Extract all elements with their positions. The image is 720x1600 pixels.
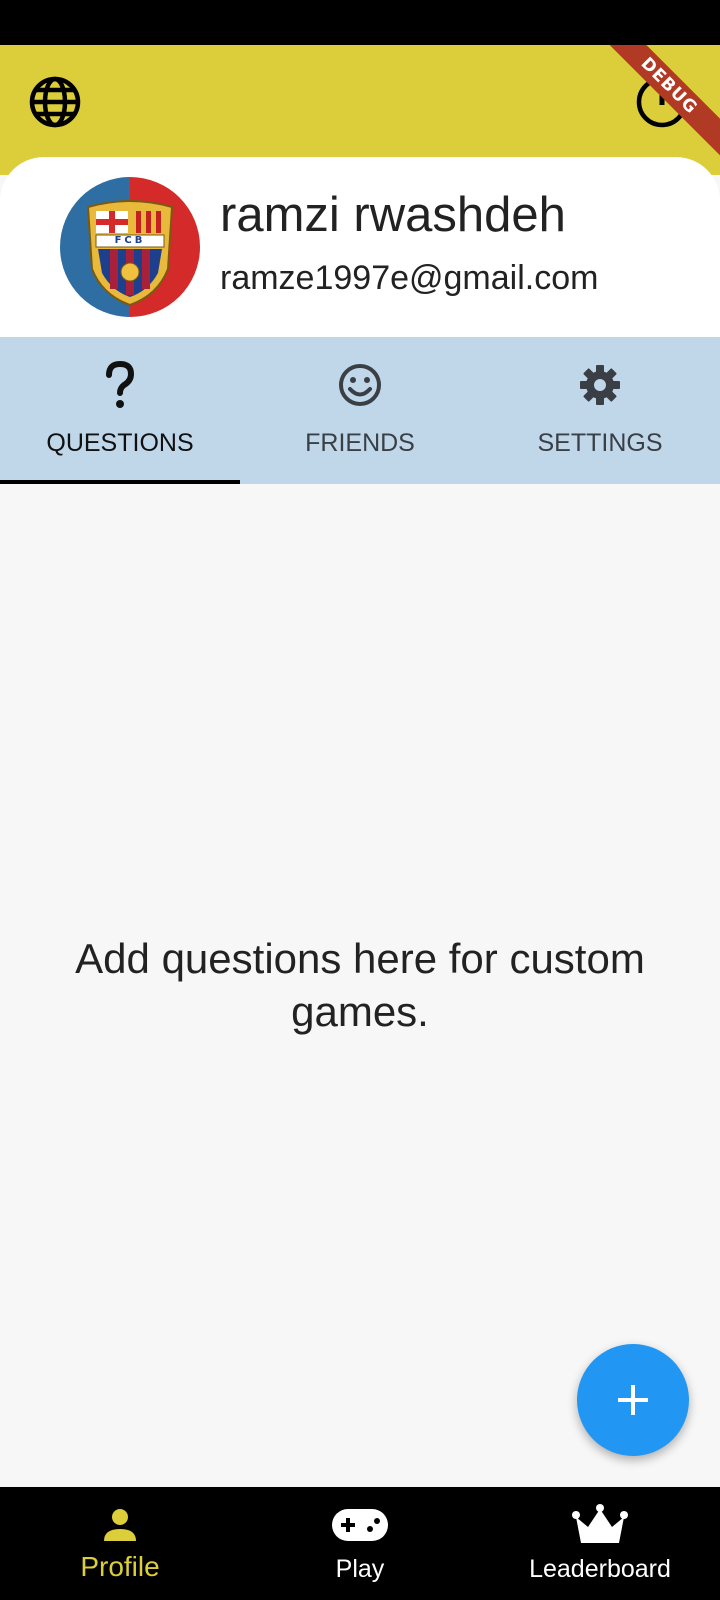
user-name: ramzi rwashdeh [220,188,566,242]
avatar-text: FCB [114,235,146,246]
language-button[interactable] [27,74,83,130]
smiley-icon [330,355,390,415]
bottom-navigation: Profile Play Leaderboard [0,1487,720,1600]
nav-leaderboard-label: Leaderboard [529,1555,671,1583]
user-email: ramze1997e@gmail.com [220,259,599,297]
tab-active-indicator [0,480,240,484]
tab-friends[interactable]: FRIENDS [240,337,480,484]
nav-profile[interactable]: Profile [0,1487,240,1600]
tab-questions[interactable]: QUESTIONS [0,337,240,484]
add-question-button[interactable] [577,1344,689,1456]
nav-profile-label: Profile [80,1551,160,1582]
nav-play-label: Play [335,1555,385,1583]
tab-friends-label: FRIENDS [305,429,415,457]
empty-state-message: Add questions here for custom games. [75,935,645,1035]
person-icon [90,1503,150,1547]
globe-icon [29,76,81,128]
avatar[interactable]: FCB [60,177,200,317]
app-bar: DEBUG [0,45,720,175]
tab-settings-label: SETTINGS [537,429,663,457]
tab-settings[interactable]: SETTINGS [480,337,720,484]
gamepad-icon [330,1503,390,1547]
tab-bar: QUESTIONS FRIENDS SETTINGS [0,337,720,484]
question-mark-icon [90,355,150,415]
nav-play[interactable]: Play [240,1487,480,1600]
nav-leaderboard[interactable]: Leaderboard [480,1487,720,1600]
crown-icon [570,1503,630,1547]
gear-icon [570,355,630,415]
profile-card: FCB ramzi rwashdeh ramze1997e@gmail.com [0,157,720,337]
plus-icon [618,1385,648,1415]
fcb-crest-image [60,177,200,317]
tab-questions-label: QUESTIONS [46,429,194,457]
status-bar [0,0,720,45]
